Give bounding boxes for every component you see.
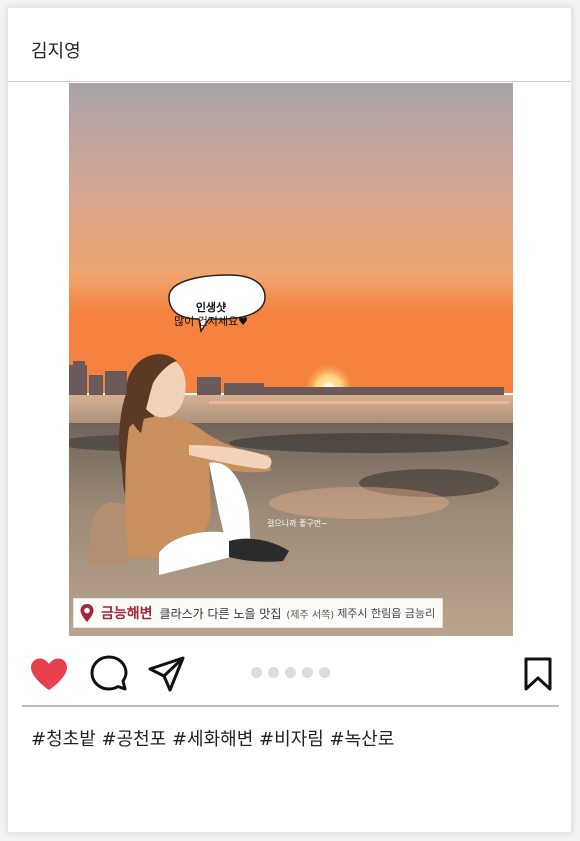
sunset-illustration	[69, 83, 513, 636]
carousel-indicator	[251, 667, 330, 678]
username[interactable]: 김지영	[31, 37, 81, 63]
post-header: 김지영	[8, 8, 571, 82]
heart-icon[interactable]	[29, 657, 69, 691]
location-caption: 금능해변 클라스가 다른 노을 맛집 (제주 서쪽) 제주시 한림읍 금능리	[73, 598, 443, 628]
carousel-dot[interactable]	[319, 667, 330, 678]
location-pin-icon	[80, 604, 94, 622]
place-address: 제주시 한림읍 금능리	[337, 607, 436, 620]
carousel-dot[interactable]	[302, 667, 313, 678]
divider	[22, 705, 559, 707]
post-actions	[8, 651, 571, 695]
speech-line-1: 인생샷	[195, 301, 227, 314]
post-photo[interactable]: 인생샷 많이 건지세요♥ 걸으니까 좋구먼~ 금능해변 클라스가 다른 노을 맛…	[69, 83, 513, 636]
post-card: 김지영 인생샷 많이 건지세요♥ 걸으니까 좋구먼~ 금능해변 클라스가 다른 …	[7, 7, 572, 833]
carousel-dot[interactable]	[268, 667, 279, 678]
place-name: 금능해변	[101, 606, 153, 622]
carousel-dot[interactable]	[285, 667, 296, 678]
place-description: 클라스가 다른 노을 맛집	[159, 606, 282, 621]
hashtags[interactable]: #청초밭 #공천포 #세화해변 #비자림 #녹산로	[31, 725, 394, 751]
comment-icon[interactable]	[90, 655, 128, 693]
carousel-dot[interactable]	[251, 667, 262, 678]
speech-bubble: 인생샷 많이 건지세요♥	[161, 292, 261, 340]
place-region: (제주 서쪽)	[286, 609, 335, 621]
photo-credit: 걸으니까 좋구먼~	[267, 519, 328, 528]
speech-line-2: 많이 건지세요♥	[173, 315, 249, 328]
bookmark-icon[interactable]	[523, 657, 553, 691]
send-icon[interactable]	[148, 656, 186, 692]
